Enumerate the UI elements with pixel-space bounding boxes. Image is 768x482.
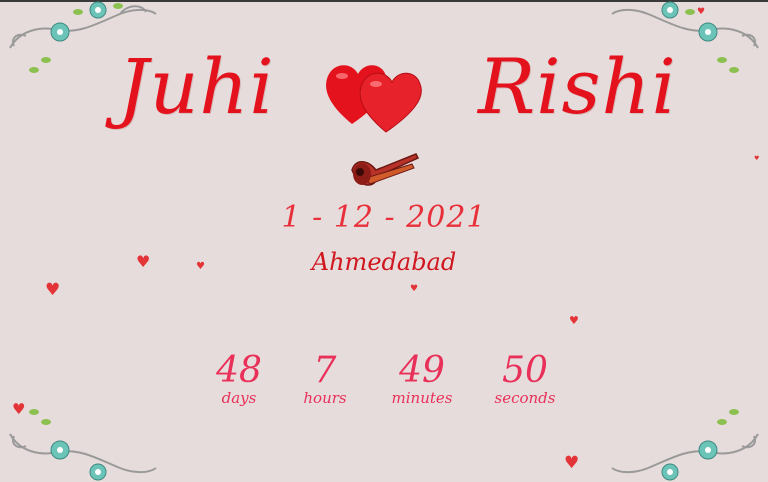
countdown-hours: 7 hours xyxy=(280,350,370,407)
shehnai-horn-icon xyxy=(351,153,420,186)
floating-heart-icon: ♥ xyxy=(45,280,61,300)
bride-name: Juhi xyxy=(118,42,275,131)
floating-heart-icon: ♥ xyxy=(136,252,151,271)
floating-heart-icon: ♥ xyxy=(697,7,706,17)
countdown-hours-value: 7 xyxy=(313,350,337,391)
countdown-minutes-label: minutes xyxy=(391,389,453,407)
couple-title: Juhi Rishi xyxy=(0,42,768,152)
countdown-minutes-value: 49 xyxy=(399,350,445,391)
wedding-date: 1 - 12 - 2021 xyxy=(281,200,487,235)
countdown-days-value: 48 xyxy=(216,350,262,391)
countdown-seconds-value: 50 xyxy=(502,350,548,391)
countdown-timer: 48 days 7 hours 49 minutes 50 seconds xyxy=(0,352,768,412)
floating-heart-icon: ♥ xyxy=(410,284,419,294)
countdown-seconds-label: seconds xyxy=(494,389,556,407)
floating-heart-icon: ♥ xyxy=(12,400,26,418)
countdown-days-label: days xyxy=(221,389,257,407)
countdown-days: 48 days xyxy=(194,350,284,407)
countdown-minutes: 49 minutes xyxy=(377,350,467,407)
countdown-seconds: 50 seconds xyxy=(480,350,570,407)
wedding-city: Ahmedabad xyxy=(311,248,457,276)
double-heart-icon xyxy=(326,65,422,133)
floating-heart-icon: ♥ xyxy=(754,155,760,162)
countdown-hours-label: hours xyxy=(303,389,347,407)
groom-name: Rishi xyxy=(478,42,677,131)
floating-heart-icon: ♥ xyxy=(196,261,205,272)
floating-heart-icon: ♥ xyxy=(564,453,580,473)
floating-heart-icon: ♥ xyxy=(569,314,579,327)
